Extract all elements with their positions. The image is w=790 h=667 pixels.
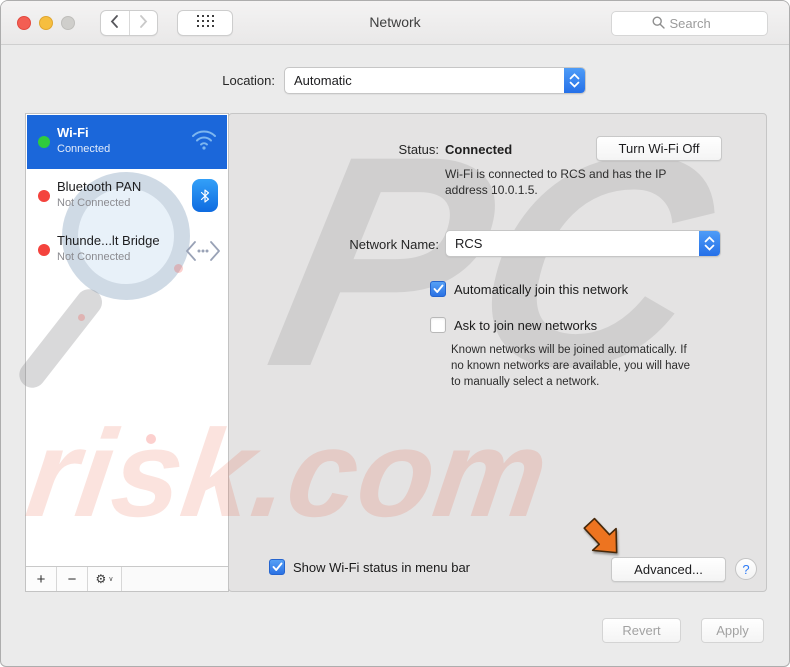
ask-join-help-line3: to manually select a network. — [451, 376, 600, 388]
watermark-speck — [78, 314, 85, 321]
magnifier-watermark-handle — [14, 283, 108, 393]
ask-join-checkbox[interactable] — [430, 317, 446, 333]
status-dot-connected — [38, 136, 50, 148]
status-dot-not-connected — [38, 190, 50, 202]
revert-button[interactable]: Revert — [602, 618, 681, 643]
wifi-settings-panel: PC Status: Connected Turn Wi-Fi Off Wi-F… — [228, 113, 767, 592]
checkmark-icon — [433, 282, 444, 297]
menu-bar-label: Show Wi-Fi status in menu bar — [293, 560, 471, 575]
plus-icon: + — [36, 570, 46, 588]
services-list-footer: + − ⚙ ∨ — [26, 566, 228, 591]
apply-button[interactable]: Apply — [701, 618, 764, 643]
help-button[interactable]: ? — [735, 558, 757, 580]
auto-join-checkbox[interactable] — [430, 281, 446, 297]
titlebar: Network — [1, 1, 789, 45]
status-dot-not-connected — [38, 244, 50, 256]
chevron-up-down-icon — [699, 231, 720, 256]
ask-join-help-line2: no known networks are available, you wil… — [451, 360, 691, 372]
chevron-up-down-icon — [564, 68, 585, 93]
watermark-speck — [146, 434, 156, 444]
location-dropdown-value: Automatic — [294, 73, 352, 88]
status-description-line1: Wi-Fi is connected to RCS and has the IP — [445, 167, 667, 181]
search-input[interactable] — [669, 16, 728, 31]
chevron-down-icon: ∨ — [108, 576, 114, 583]
bluetooth-icon — [192, 179, 218, 212]
network-name-label: Network Name: — [349, 237, 439, 252]
menu-bar-checkbox[interactable] — [269, 559, 285, 575]
sidebar-item-thunderbolt-bridge[interactable]: Thunde...lt Bridge Not Connected — [27, 223, 227, 277]
add-service-button[interactable]: + — [26, 567, 57, 591]
service-actions-button[interactable]: ⚙ ∨ — [88, 567, 122, 591]
thunderbolt-bridge-icon — [183, 239, 223, 266]
checkmark-icon — [272, 560, 283, 575]
status-value: Connected — [445, 142, 513, 157]
network-name-dropdown[interactable]: RCS — [445, 230, 721, 257]
location-dropdown[interactable]: Automatic — [284, 67, 586, 94]
turn-wifi-off-button[interactable]: Turn Wi-Fi Off — [596, 136, 722, 161]
search-icon — [651, 15, 665, 32]
search-field[interactable] — [611, 11, 768, 36]
minus-icon: − — [67, 570, 77, 588]
network-name-value: RCS — [455, 236, 483, 251]
status-label: Status: — [398, 142, 439, 157]
orange-arrow-annotation — [575, 510, 631, 566]
sidebar-item-wifi[interactable]: Wi-Fi Connected — [27, 115, 227, 169]
status-description-line2: address 10.0.1.5. — [445, 183, 538, 197]
ask-join-help-line1: Known networks will be joined automatica… — [451, 344, 687, 356]
sidebar-item-bluetooth-pan[interactable]: Bluetooth PAN Not Connected — [27, 169, 227, 223]
location-label: Location: — [222, 73, 275, 88]
remove-service-button[interactable]: − — [57, 567, 88, 591]
services-list: Wi-Fi Connected Bluetooth PAN Not Connec… — [14, 113, 229, 592]
auto-join-label: Automatically join this network — [454, 282, 629, 297]
network-preferences-window: Network Location: Automatic Wi-Fi Connec… — [0, 0, 790, 667]
gear-icon: ⚙ — [95, 572, 107, 586]
ask-join-label: Ask to join new networks — [454, 318, 598, 333]
wifi-icon — [190, 127, 218, 154]
